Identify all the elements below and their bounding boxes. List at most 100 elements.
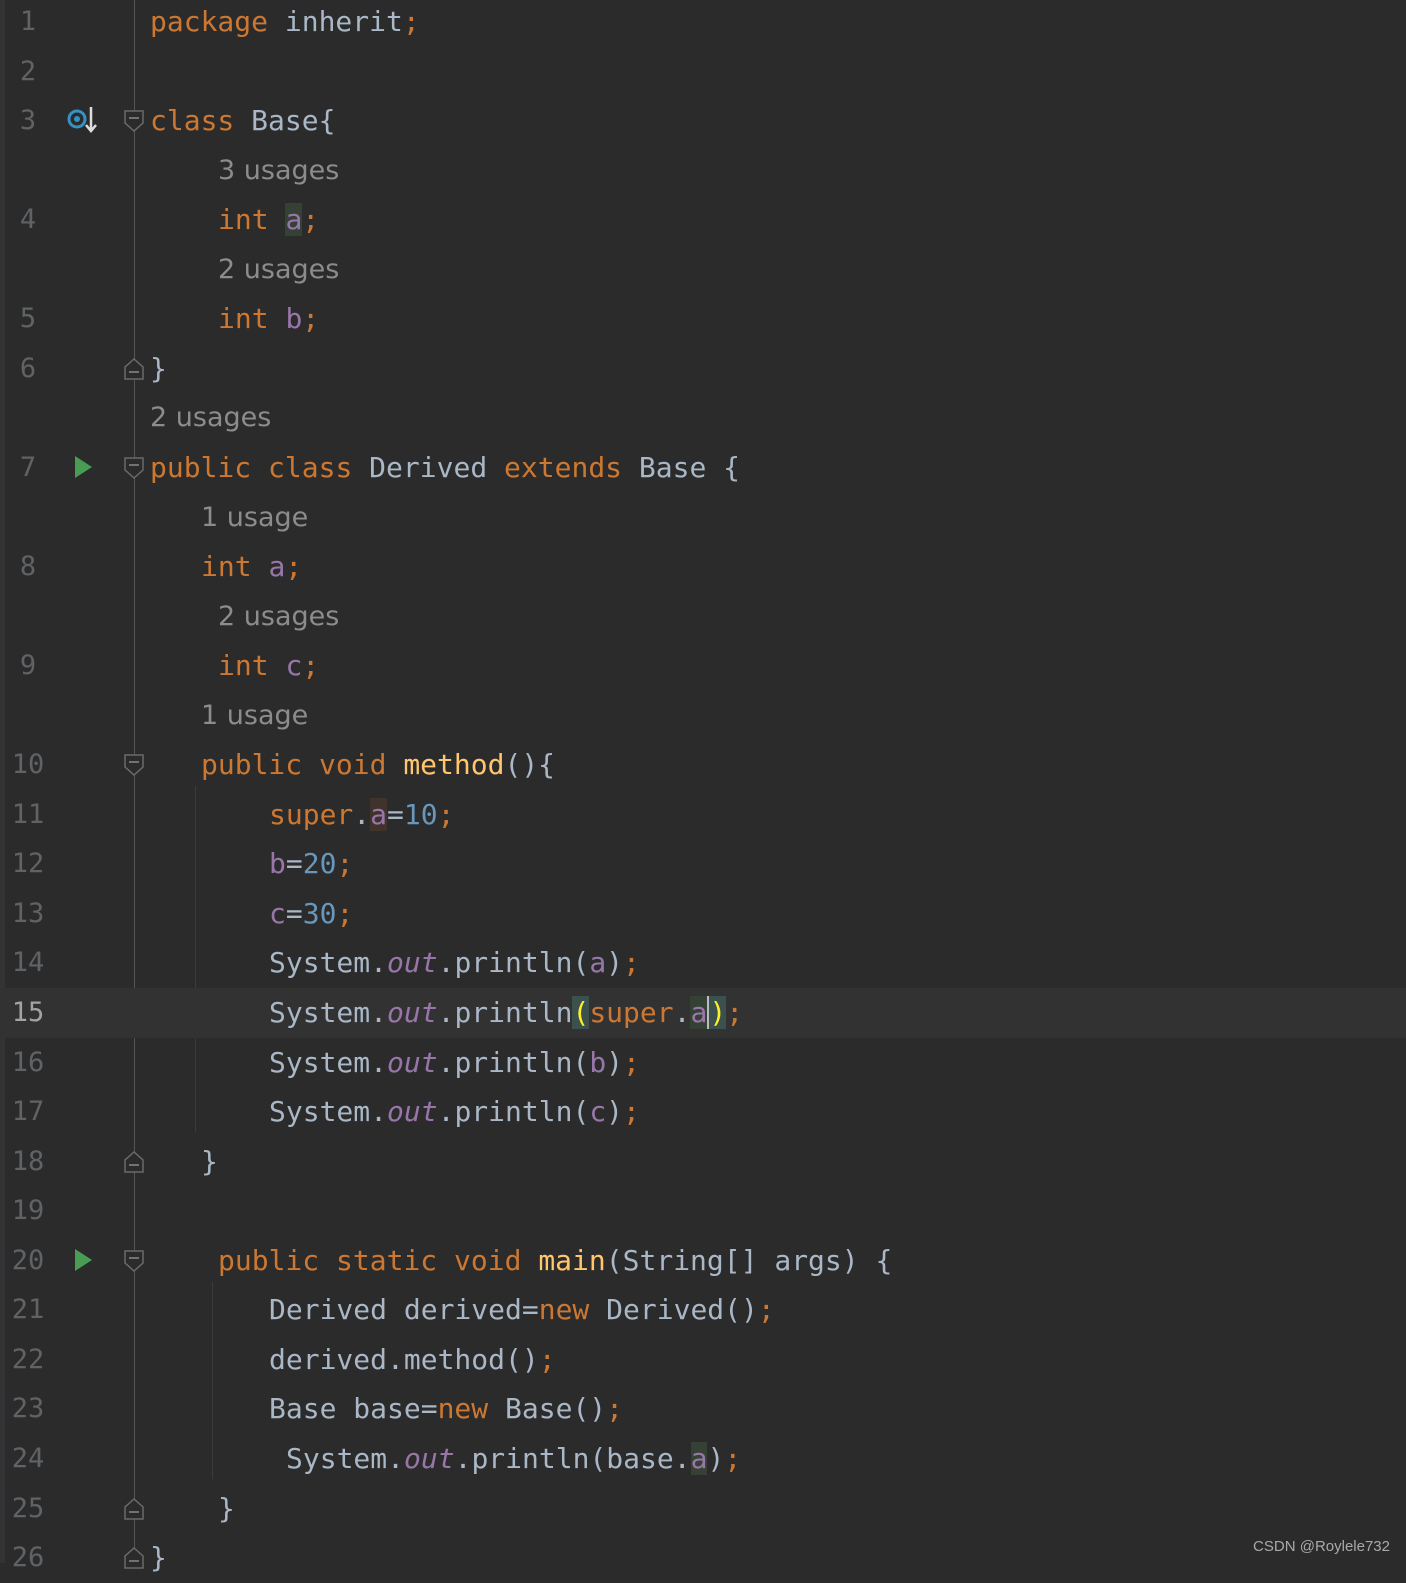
code-line[interactable]: 26} xyxy=(0,1533,1406,1583)
code-text: class Base{ xyxy=(150,96,335,146)
code-token: (String[] args) { xyxy=(605,1243,893,1277)
code-line[interactable]: 25} xyxy=(0,1484,1406,1534)
code-line[interactable]: 13 c=30; xyxy=(0,889,1406,939)
code-token: .println(base. xyxy=(454,1441,691,1475)
code-token: System. xyxy=(269,946,388,980)
usages-inlay-hint[interactable]: 1 usage xyxy=(201,493,308,543)
code-text: } xyxy=(201,1137,218,1187)
code-line[interactable]: 5 int b; xyxy=(0,294,1406,344)
code-line[interactable]: 18} xyxy=(0,1137,1406,1187)
usages-inlay-hint[interactable]: 1 usage xyxy=(201,691,308,741)
code-token: } xyxy=(150,1541,167,1575)
code-line[interactable]: 3 class Base{ xyxy=(0,96,1406,146)
code-token: b xyxy=(589,1045,607,1079)
code-token: ; xyxy=(724,1441,742,1475)
code-token: ) xyxy=(606,946,624,980)
code-token: (){ xyxy=(504,748,556,782)
code-line[interactable]: 6} xyxy=(0,344,1406,394)
fold-end-icon[interactable] xyxy=(124,1150,144,1173)
code-token: public xyxy=(150,450,269,484)
code-token: a xyxy=(268,550,286,584)
code-text: System.out.println(b); xyxy=(269,1038,640,1088)
line-number: 7 xyxy=(19,451,37,483)
implemented-class-icon[interactable] xyxy=(66,104,100,140)
code-token: ; xyxy=(623,1095,640,1129)
line-number: 4 xyxy=(19,204,37,236)
line-number: 1 xyxy=(19,6,37,37)
code-token: main xyxy=(538,1243,606,1277)
line-number: 17 xyxy=(11,1096,45,1128)
code-token: b xyxy=(269,847,286,881)
code-line[interactable]: 1 package inherit; xyxy=(0,0,1406,47)
usage-hint-row[interactable]: 2 usages xyxy=(0,245,1406,295)
fold-end-icon[interactable] xyxy=(124,1497,144,1520)
code-token: a xyxy=(690,1441,708,1475)
code-text: b=20; xyxy=(269,839,353,889)
code-token: a xyxy=(589,946,607,980)
usage-hint-row[interactable]: 2 usages xyxy=(0,393,1406,443)
code-token: ) xyxy=(606,1095,624,1129)
code-line[interactable]: 11 super.a=10; xyxy=(0,790,1406,840)
line-number: 14 xyxy=(11,947,45,979)
code-text: public class Derived extends Base { xyxy=(150,443,740,493)
code-line[interactable]: 17 System.out.println(c); xyxy=(0,1087,1406,1137)
code-line[interactable]: 9 int c; xyxy=(0,641,1406,691)
fold-end-icon[interactable] xyxy=(124,357,144,380)
code-line[interactable]: 15 System.out.println(super.a); xyxy=(0,988,1406,1038)
code-editor[interactable]: 1 package inherit; 2 3 class Base{3 usages 4 i… xyxy=(0,0,1406,1574)
code-token: extends xyxy=(504,450,639,484)
code-token: ( xyxy=(572,996,590,1029)
run-icon[interactable] xyxy=(72,1247,94,1277)
line-number: 11 xyxy=(11,798,45,830)
code-text: int b; xyxy=(218,294,319,344)
line-number: 12 xyxy=(11,848,45,880)
code-token: . xyxy=(673,996,691,1029)
code-line[interactable]: 2 xyxy=(0,47,1406,97)
code-line[interactable]: 12 b=20; xyxy=(0,839,1406,889)
code-line[interactable]: 10 public void method(){ xyxy=(0,740,1406,790)
code-line[interactable]: 19 xyxy=(0,1186,1406,1236)
usages-inlay-hint[interactable]: 3 usages xyxy=(218,146,339,196)
fold-collapse-icon[interactable] xyxy=(124,754,144,777)
code-line[interactable]: 22 derived.method(); xyxy=(0,1335,1406,1385)
code-line[interactable]: 14 System.out.println(a); xyxy=(0,938,1406,988)
usage-hint-row[interactable]: 1 usage xyxy=(0,691,1406,741)
code-token: ; xyxy=(757,1293,775,1327)
code-line[interactable]: 4 int a; xyxy=(0,195,1406,245)
code-token: int xyxy=(218,649,286,683)
code-token: } xyxy=(150,351,167,385)
fold-collapse-icon[interactable] xyxy=(124,110,144,133)
usages-inlay-hint[interactable]: 2 usages xyxy=(218,592,339,642)
run-icon[interactable] xyxy=(72,454,94,484)
usage-hint-row[interactable]: 3 usages xyxy=(0,146,1406,196)
code-line[interactable]: 20 public static void main(String[] args)… xyxy=(0,1236,1406,1286)
code-line[interactable]: 23 Base base=new Base(); xyxy=(0,1384,1406,1434)
fold-collapse-icon[interactable] xyxy=(124,1250,144,1272)
line-number: 24 xyxy=(11,1442,45,1474)
code-token: Base{ xyxy=(251,104,336,138)
code-line[interactable]: 8 int a; xyxy=(0,542,1406,592)
code-token: ; xyxy=(302,649,320,683)
code-token: System. xyxy=(286,1441,405,1475)
line-number: 26 xyxy=(11,1542,45,1574)
code-token: out xyxy=(387,1095,438,1129)
code-line[interactable]: 21 Derived derived=new Derived(); xyxy=(0,1285,1406,1335)
usage-hint-row[interactable]: 2 usages xyxy=(0,592,1406,642)
code-token: ; xyxy=(302,203,320,237)
code-line[interactable]: 16 System.out.println(b); xyxy=(0,1038,1406,1088)
code-token: ; xyxy=(623,946,640,980)
fold-collapse-icon[interactable] xyxy=(124,457,144,479)
code-text: Base base=new Base(); xyxy=(269,1384,623,1434)
code-token: static xyxy=(336,1243,455,1277)
fold-end-icon[interactable] xyxy=(124,1547,144,1569)
usage-hint-row[interactable]: 1 usage xyxy=(0,493,1406,543)
code-token: Derived derived= xyxy=(269,1293,539,1327)
code-line[interactable]: 7 public class Derived extends Base { xyxy=(0,443,1406,493)
code-token: public xyxy=(201,748,320,782)
line-number: 16 xyxy=(11,1046,45,1078)
usages-inlay-hint[interactable]: 2 usages xyxy=(150,393,271,443)
usages-inlay-hint[interactable]: 2 usages xyxy=(218,245,339,295)
code-line[interactable]: 24 System.out.println(base.a); xyxy=(0,1434,1406,1484)
code-token: = xyxy=(285,896,303,930)
code-token: ; xyxy=(302,302,320,336)
